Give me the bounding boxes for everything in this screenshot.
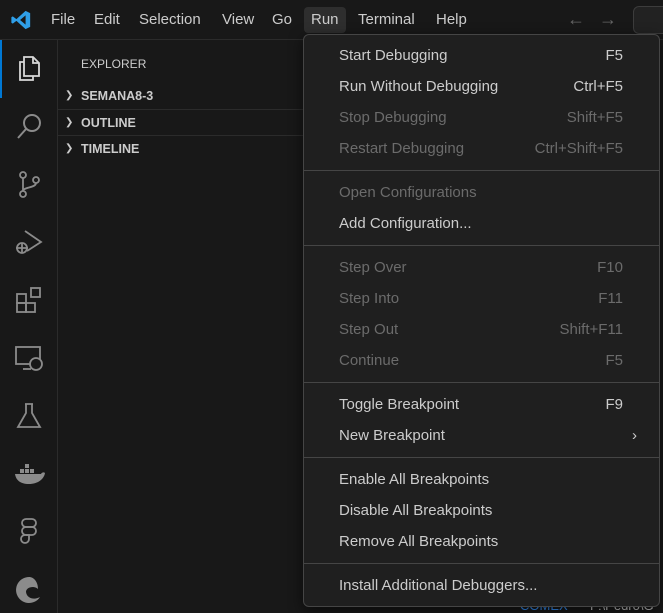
keyboard-shortcut: F10 [597, 259, 623, 276]
menu-item-label: Enable All Breakpoints [339, 471, 490, 488]
chevron-right-icon: ❯ [65, 90, 74, 101]
menu-run[interactable]: Run [304, 7, 346, 33]
menu-item-label: Step Out [339, 321, 399, 338]
explorer-icon[interactable] [13, 52, 45, 84]
menu-item-disable-all-breakpoints[interactable]: Disable All Breakpoints [304, 495, 659, 526]
menu-file[interactable]: File [44, 7, 82, 33]
menu-item-step-out: Step Out Shift+F11 [304, 314, 659, 345]
menu-item-continue: Continue F5 [304, 345, 659, 376]
menu-item-label: Step Into [339, 290, 400, 307]
keyboard-shortcut: F9 [605, 396, 623, 413]
figma-icon[interactable] [13, 516, 45, 548]
menu-view[interactable]: View [215, 7, 261, 33]
menu-item-open-configurations: Open Configurations [304, 177, 659, 208]
vscode-logo-icon [11, 10, 31, 30]
keyboard-shortcut: F5 [605, 352, 623, 369]
keyboard-shortcut: Shift+F11 [559, 321, 623, 338]
menu-help[interactable]: Help [429, 7, 474, 33]
menu-item-new-breakpoint[interactable]: New Breakpoint › [304, 420, 659, 451]
run-and-debug-icon[interactable] [13, 226, 45, 258]
section-label: SEMANA8-3 [81, 89, 154, 103]
section-label: OUTLINE [81, 116, 136, 130]
extensions-icon[interactable] [13, 284, 45, 316]
sidebar-title: EXPLORER [81, 57, 147, 71]
command-center[interactable] [633, 6, 663, 34]
menu-terminal[interactable]: Terminal [351, 7, 422, 33]
keyboard-shortcut: Ctrl+Shift+F5 [534, 140, 623, 157]
remote-explorer-icon[interactable] [13, 342, 45, 374]
menu-selection[interactable]: Selection [132, 7, 208, 33]
menu-item-label: Step Over [339, 259, 407, 276]
menu-separator [304, 382, 659, 383]
menu-separator [304, 245, 659, 246]
run-menu-dropdown: Start Debugging F5 Run Without Debugging Ct… [303, 34, 660, 607]
menu-item-label: Run Without Debugging [339, 78, 499, 95]
keyboard-shortcut: F11 [598, 290, 623, 307]
menu-separator [304, 457, 659, 458]
keyboard-shortcut: Shift+F5 [566, 109, 623, 126]
menu-item-label: Disable All Breakpoints [339, 502, 493, 519]
menu-item-label: Remove All Breakpoints [339, 533, 499, 550]
chevron-right-icon: ❯ [65, 143, 74, 154]
menu-item-toggle-breakpoint[interactable]: Toggle Breakpoint F9 [304, 389, 659, 420]
source-control-icon[interactable] [13, 168, 45, 200]
menu-item-restart-debugging: Restart Debugging Ctrl+Shift+F5 [304, 133, 659, 164]
menu-item-run-without-debugging[interactable]: Run Without Debugging Ctrl+F5 [304, 71, 659, 102]
testing-icon[interactable] [13, 400, 45, 432]
menu-separator [304, 170, 659, 171]
menu-go[interactable]: Go [265, 7, 299, 33]
arrow-right-icon[interactable]: → [599, 9, 617, 30]
menu-item-label: New Breakpoint [339, 427, 445, 444]
search-icon[interactable] [13, 110, 45, 142]
chevron-right-icon: › [632, 427, 637, 444]
menu-item-remove-all-breakpoints[interactable]: Remove All Breakpoints [304, 526, 659, 557]
menu-item-enable-all-breakpoints[interactable]: Enable All Breakpoints [304, 464, 659, 495]
menu-item-label: Open Configurations [339, 184, 477, 201]
docker-icon[interactable] [13, 458, 45, 490]
menu-item-label: Toggle Breakpoint [339, 396, 460, 413]
menu-item-label: Start Debugging [339, 47, 448, 64]
menu-item-label: Continue [339, 352, 400, 369]
menu-separator [304, 563, 659, 564]
menu-item-add-configuration[interactable]: Add Configuration... [304, 208, 659, 239]
menu-item-stop-debugging: Stop Debugging Shift+F5 [304, 102, 659, 133]
menu-item-label: Restart Debugging [339, 140, 465, 157]
menu-item-label: Stop Debugging [339, 109, 447, 126]
menu-item-step-into: Step Into F11 [304, 283, 659, 314]
menu-item-label: Add Configuration... [339, 215, 472, 232]
chevron-right-icon: ❯ [65, 117, 74, 128]
arrow-left-icon[interactable]: ← [567, 9, 585, 30]
keyboard-shortcut: Ctrl+F5 [573, 78, 623, 95]
active-indicator [0, 40, 2, 98]
menu-item-start-debugging[interactable]: Start Debugging F5 [304, 40, 659, 71]
keyboard-shortcut: F5 [605, 47, 623, 64]
menu-item-step-over: Step Over F10 [304, 252, 659, 283]
section-label: TIMELINE [81, 142, 140, 156]
menu-item-label: Install Additional Debuggers... [339, 577, 538, 594]
menu-item-install-additional-debuggers[interactable]: Install Additional Debuggers... [304, 570, 659, 601]
activity-bar [0, 40, 58, 613]
edge-devtools-icon[interactable] [13, 574, 45, 606]
menu-edit[interactable]: Edit [87, 7, 127, 33]
